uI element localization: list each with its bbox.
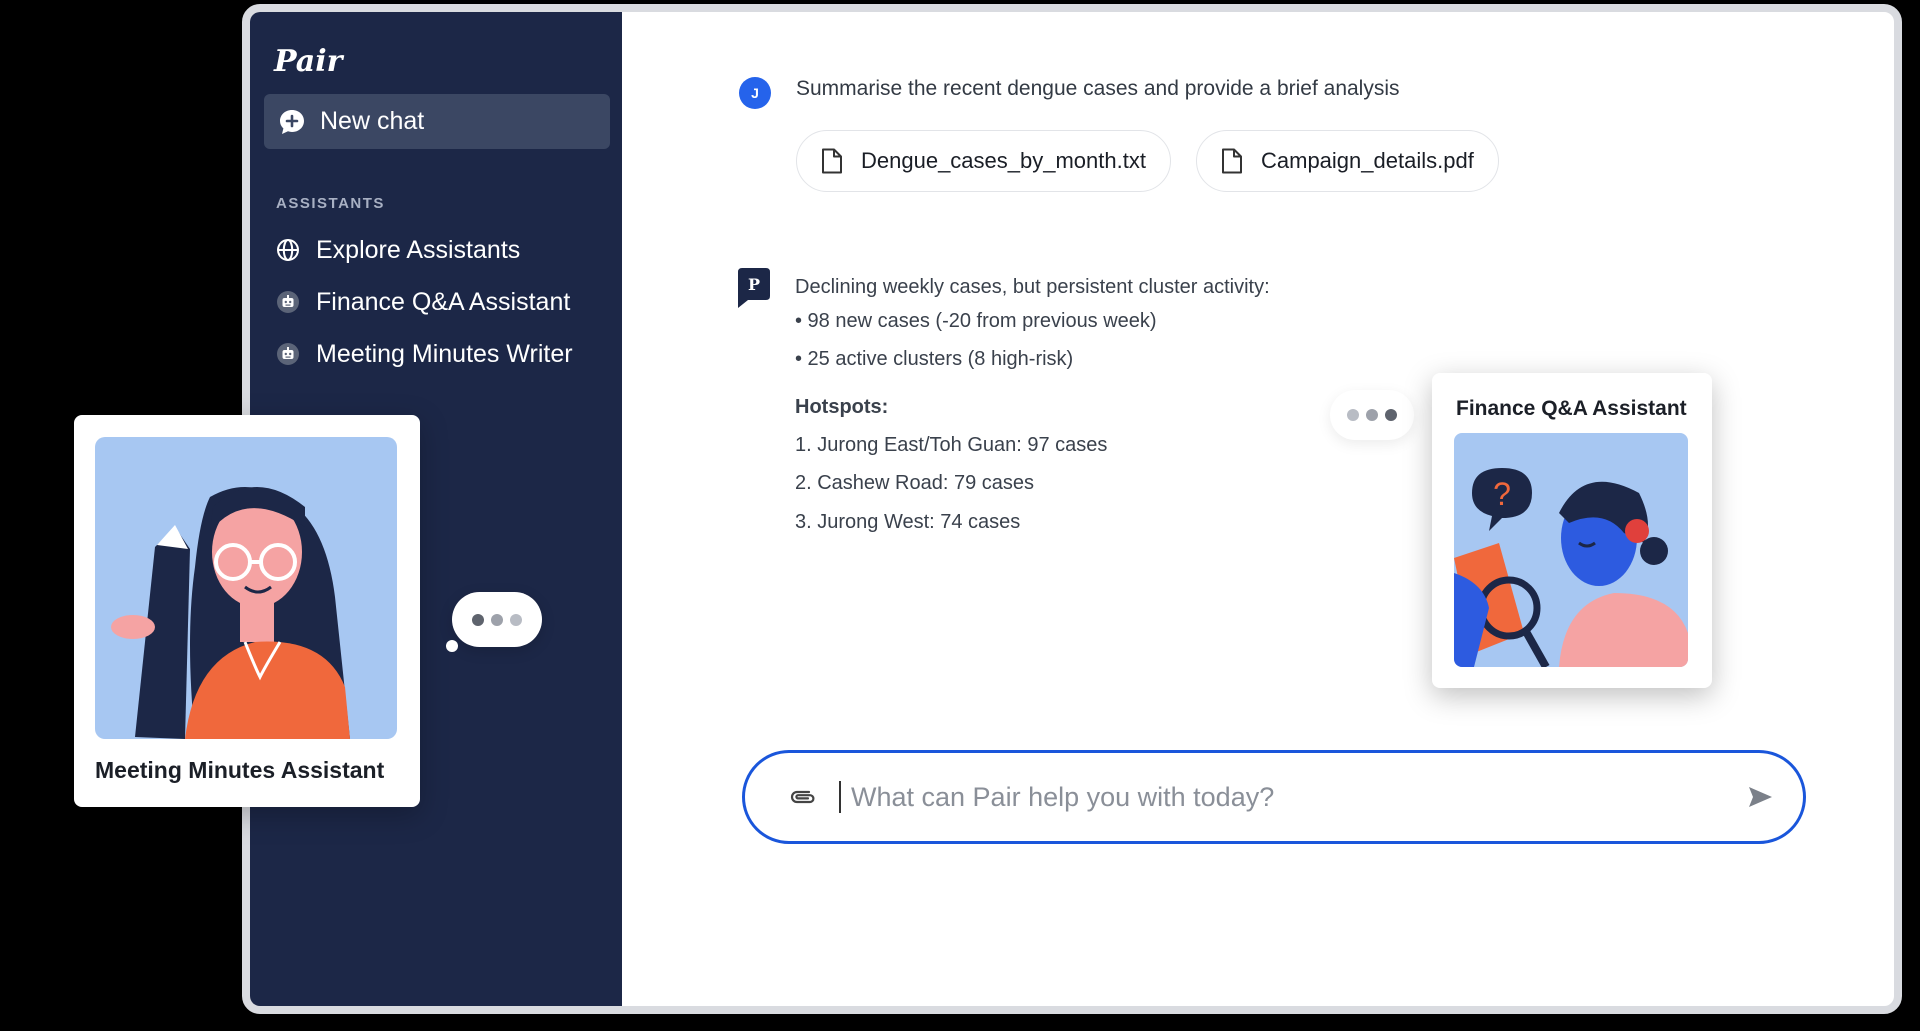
thought-dot (446, 640, 458, 652)
assistants-section-label: ASSISTANTS (276, 195, 385, 212)
hotspot-item: 3. Jurong West: 74 cases (795, 511, 1021, 533)
globe-icon (277, 239, 299, 261)
robot-icon (277, 343, 299, 365)
attachment-chip[interactable]: Campaign_details.pdf (1196, 130, 1499, 192)
text-caret (839, 781, 841, 813)
new-chat-button[interactable]: New chat (264, 94, 610, 149)
assistant-reply-bullet: • 25 active clusters (8 high-risk) (795, 348, 1074, 370)
new-chat-label: New chat (320, 107, 425, 135)
sidebar-item-finance-qa-assistant[interactable]: Finance Q&A Assistant (276, 282, 570, 322)
file-icon (1222, 148, 1242, 174)
hotspot-item: 2. Cashew Road: 79 cases (795, 472, 1035, 494)
typing-indicator (452, 592, 542, 647)
paperclip-icon[interactable] (787, 781, 819, 813)
user-avatar: J (739, 77, 771, 109)
robot-icon (277, 291, 299, 313)
sidebar-item-label: Meeting Minutes Writer (316, 339, 573, 368)
hotspots-heading: Hotspots: (795, 396, 889, 418)
assistant-reply-bullet: • 98 new cases (-20 from previous week) (795, 310, 1157, 332)
card-title: Meeting Minutes Assistant (95, 757, 385, 783)
chat-composer (742, 750, 1806, 844)
user-message: Summarise the recent dengue cases and pr… (796, 77, 1400, 100)
attachment-name: Dengue_cases_by_month.txt (861, 148, 1146, 173)
typing-dot (1385, 409, 1397, 421)
file-icon (822, 148, 842, 174)
sidebar-item-meeting-minutes-writer[interactable]: Meeting Minutes Writer (276, 334, 573, 374)
sidebar-item-label: Finance Q&A Assistant (316, 287, 571, 316)
pair-logo: Pair (274, 44, 343, 79)
typing-dot (472, 613, 484, 626)
meeting-minutes-card[interactable]: Meeting Minutes Assistant (74, 415, 420, 807)
attachment-name: Campaign_details.pdf (1261, 148, 1474, 173)
finance-qa-card[interactable]: Finance Q&A Assistant ? (1432, 373, 1712, 688)
typing-dot (1366, 409, 1378, 421)
new-chat-icon (280, 109, 304, 134)
send-icon[interactable] (1745, 782, 1775, 812)
finance-qa-illustration-icon: ? (1454, 433, 1688, 667)
meeting-minutes-illustration-icon (95, 437, 397, 739)
sidebar-item-label: Explore Assistants (316, 235, 521, 264)
hotspot-item: 1. Jurong East/Toh Guan: 97 cases (795, 434, 1108, 456)
typing-dot (510, 613, 522, 626)
assistant-reply-intro: Declining weekly cases, but persistent c… (795, 276, 1270, 298)
typing-dot (491, 613, 503, 626)
chat-input[interactable] (851, 781, 1735, 813)
svg-text:?: ? (1493, 476, 1511, 512)
typing-dot (1347, 409, 1359, 421)
pair-assistant-avatar: P (747, 274, 761, 294)
typing-indicator (1330, 390, 1414, 440)
attachment-chip[interactable]: Dengue_cases_by_month.txt (796, 130, 1171, 192)
sidebar-item-explore-assistants[interactable]: Explore Assistants (276, 230, 520, 270)
card-title: Finance Q&A Assistant (1456, 397, 1687, 420)
